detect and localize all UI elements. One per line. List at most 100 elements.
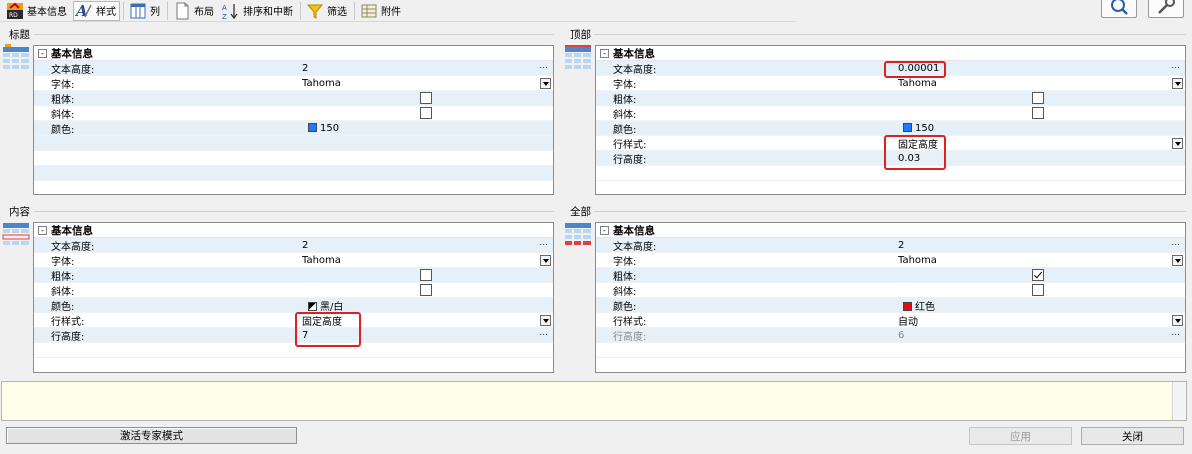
bold-checkbox[interactable] (420, 269, 432, 281)
toolbar-separator (123, 1, 124, 20)
tab-style[interactable]: A 样式 (73, 0, 120, 21)
collapse-toggle[interactable]: - (38, 48, 47, 58)
row-bold[interactable]: 粗体: (596, 91, 1185, 106)
message-area (1, 381, 1187, 421)
dropdown-arrow-icon[interactable] (1172, 255, 1183, 266)
row-style-value[interactable]: 固定高度 (302, 313, 342, 328)
dropdown-arrow-icon[interactable] (1172, 315, 1183, 326)
tab-basic-info[interactable]: RD 基本信息 (4, 1, 71, 21)
row-row-height[interactable]: 行高度: 0.03 (596, 151, 1185, 166)
ellipsis-button[interactable]: ... (539, 328, 548, 338)
row-font[interactable]: 字体: Tahoma (34, 76, 553, 91)
row-font[interactable]: 字体: Tahoma (596, 253, 1185, 268)
tab-attachment[interactable]: 附件 (358, 1, 405, 21)
tools-button[interactable] (1148, 0, 1184, 18)
table-preview-icon (2, 44, 30, 70)
italic-checkbox[interactable] (1032, 284, 1044, 296)
columns-icon (129, 2, 147, 20)
font-value[interactable]: Tahoma (302, 78, 341, 89)
property-grid-all: - 基本信息 文本高度: 2 ... 字体: Tahoma 粗体: 斜体: 颜色… (595, 222, 1186, 373)
tab-sort-break[interactable]: AZ 排序和中断 (220, 1, 297, 21)
dropdown-arrow-icon[interactable] (540, 315, 551, 326)
ellipsis-button: ... (1171, 328, 1180, 338)
row-italic[interactable]: 斜体: (596, 283, 1185, 298)
tab-columns[interactable]: 列 (127, 1, 164, 21)
text-height-value[interactable]: 0.00001 (898, 63, 939, 74)
font-value[interactable]: Tahoma (302, 255, 341, 266)
row-row-height[interactable]: 行高度: 7 ... (34, 328, 553, 343)
collapse-toggle[interactable]: - (600, 225, 609, 235)
group-title: 基本信息 (613, 224, 655, 237)
filter-icon (306, 2, 324, 20)
row-italic[interactable]: 斜体: (34, 283, 553, 298)
ellipsis-button[interactable]: ... (1171, 61, 1180, 71)
text-height-value[interactable]: 2 (898, 240, 904, 251)
row-color[interactable]: 颜色: 150 (34, 121, 553, 136)
row-font[interactable]: 字体: Tahoma (596, 76, 1185, 91)
italic-checkbox[interactable] (420, 284, 432, 296)
dropdown-arrow-icon[interactable] (540, 78, 551, 89)
row-bold[interactable]: 粗体: (596, 268, 1185, 283)
row-text-height[interactable]: 文本高度: 0.00001 ... (596, 61, 1185, 76)
row-row-style[interactable]: 行样式: 固定高度 (34, 313, 553, 328)
row-bold[interactable]: 粗体: (34, 268, 553, 283)
color-text: 150 (915, 122, 935, 134)
italic-checkbox[interactable] (420, 107, 432, 119)
row-row-style[interactable]: 行样式: 自动 (596, 313, 1185, 328)
bold-checkbox[interactable] (1032, 269, 1044, 281)
color-value[interactable]: 黑/白 (308, 298, 343, 313)
expert-mode-button[interactable]: 激活专家模式 (6, 427, 297, 444)
row-color[interactable]: 颜色: 红色 (596, 298, 1185, 313)
property-grid-content: - 基本信息 文本高度: 2 ... 字体: Tahoma 粗体: 斜体: 颜色… (33, 222, 554, 373)
property-label: 粗体: (613, 94, 637, 106)
row-height-value[interactable]: 7 (302, 330, 308, 341)
collapse-toggle[interactable]: - (600, 48, 609, 58)
sort-icon: AZ (222, 2, 240, 20)
empty-row (34, 151, 553, 166)
row-font[interactable]: 字体: Tahoma (34, 253, 553, 268)
row-color[interactable]: 颜色: 黑/白 (34, 298, 553, 313)
dropdown-arrow-icon[interactable] (1172, 138, 1183, 149)
dropdown-arrow-icon[interactable] (540, 255, 551, 266)
color-value[interactable]: 150 (903, 122, 935, 134)
tab-label: 布局 (194, 7, 214, 18)
preview-button[interactable] (1101, 0, 1137, 18)
empty-row (34, 136, 553, 151)
italic-checkbox[interactable] (1032, 107, 1044, 119)
color-value[interactable]: 红色 (903, 298, 935, 313)
tab-layout[interactable]: 布局 (171, 1, 218, 21)
font-value[interactable]: Tahoma (898, 255, 937, 266)
message-scrollbar[interactable] (1172, 382, 1186, 420)
close-button[interactable]: 关闭 (1081, 427, 1184, 445)
section-divider (594, 211, 1186, 212)
row-text-height[interactable]: 文本高度: 2 ... (596, 238, 1185, 253)
ellipsis-button[interactable]: ... (1171, 238, 1180, 248)
row-style-value[interactable]: 自动 (898, 313, 918, 328)
property-label: 字体: (613, 256, 637, 268)
row-style-value[interactable]: 固定高度 (898, 136, 938, 151)
property-label: 颜色: (613, 301, 637, 313)
dropdown-arrow-icon[interactable] (1172, 78, 1183, 89)
property-label: 行高度: (613, 331, 647, 343)
ellipsis-button[interactable]: ... (539, 238, 548, 248)
row-italic[interactable]: 斜体: (596, 106, 1185, 121)
row-italic[interactable]: 斜体: (34, 106, 553, 121)
tab-filter[interactable]: 筛选 (304, 1, 351, 21)
collapse-toggle[interactable]: - (38, 225, 47, 235)
property-label: 粗体: (613, 271, 637, 283)
text-height-value[interactable]: 2 (302, 63, 308, 74)
ellipsis-button[interactable]: ... (539, 61, 548, 71)
row-text-height[interactable]: 文本高度: 2 ... (34, 238, 553, 253)
row-row-style[interactable]: 行样式: 固定高度 (596, 136, 1185, 151)
row-bold[interactable]: 粗体: (34, 91, 553, 106)
text-height-value[interactable]: 2 (302, 240, 308, 251)
row-text-height[interactable]: 文本高度: 2 ... (34, 61, 553, 76)
font-value[interactable]: Tahoma (898, 78, 937, 89)
apply-button[interactable]: 应用 (969, 427, 1072, 445)
row-height-value[interactable]: 0.03 (898, 153, 920, 164)
toolbar: RD 基本信息 A 样式 列 布局 AZ 排序和中断 筛选 附件 (0, 0, 796, 22)
bold-checkbox[interactable] (1032, 92, 1044, 104)
bold-checkbox[interactable] (420, 92, 432, 104)
row-color[interactable]: 颜色: 150 (596, 121, 1185, 136)
color-value[interactable]: 150 (308, 122, 339, 134)
